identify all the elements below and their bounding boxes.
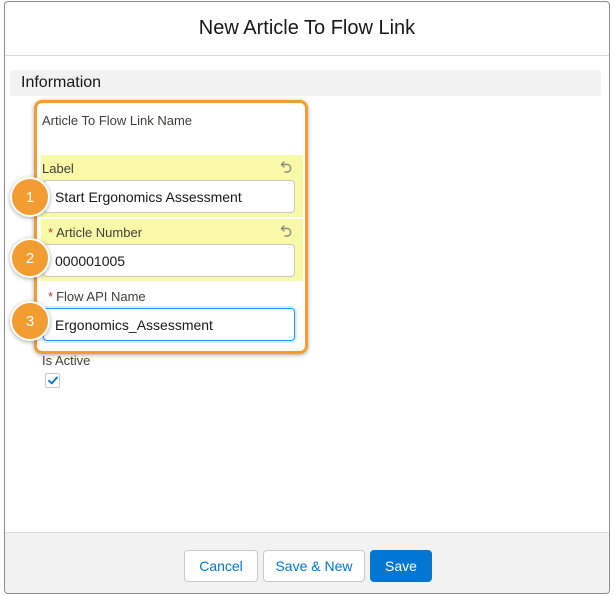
is-active-checkbox[interactable] <box>45 373 60 388</box>
flow-api-name-input-value: Ergonomics_Assessment <box>55 316 213 333</box>
is-active-field-label: Is Active <box>42 353 91 368</box>
article-number-input[interactable]: 000001005 <box>43 244 295 277</box>
flow-api-name-field-label: * Flow API Name <box>48 289 146 304</box>
save-button[interactable]: Save <box>370 550 432 582</box>
article-number-input-value: 000001005 <box>55 252 126 269</box>
article-number-field-label: * Article Number <box>48 225 142 240</box>
cancel-button[interactable]: Cancel <box>184 550 258 582</box>
name-field-label: Article To Flow Link Name <box>42 113 193 128</box>
undo-icon[interactable] <box>280 223 294 237</box>
label-field-label: Label <box>42 161 74 176</box>
undo-icon[interactable] <box>280 159 294 173</box>
checkmark-icon <box>47 376 58 385</box>
label-input-value: Start Ergonomics Assessment <box>55 188 242 205</box>
required-marker: * <box>48 225 54 240</box>
section-title: Information <box>21 74 102 91</box>
label-input[interactable]: Start Ergonomics Assessment <box>43 180 295 213</box>
flow-api-name-input[interactable]: Ergonomics_Assessment <box>43 308 295 341</box>
callout-badge-1: 1 <box>10 177 50 217</box>
callout-badge-3: 3 <box>10 301 50 341</box>
section-header-information[interactable]: Information <box>10 70 601 96</box>
modal-header: New Article To Flow Link <box>5 2 609 56</box>
article-number-label-text: Article Number <box>56 225 143 240</box>
new-record-modal: New Article To Flow Link Information Art… <box>4 1 610 594</box>
required-marker: * <box>48 289 54 304</box>
modal-title: New Article To Flow Link <box>198 17 416 39</box>
modal-footer: Cancel Save & New Save <box>5 532 609 593</box>
callout-badge-2: 2 <box>10 238 50 278</box>
flow-api-name-label-text: Flow API Name <box>56 289 146 304</box>
save-and-new-button[interactable]: Save & New <box>263 550 365 582</box>
